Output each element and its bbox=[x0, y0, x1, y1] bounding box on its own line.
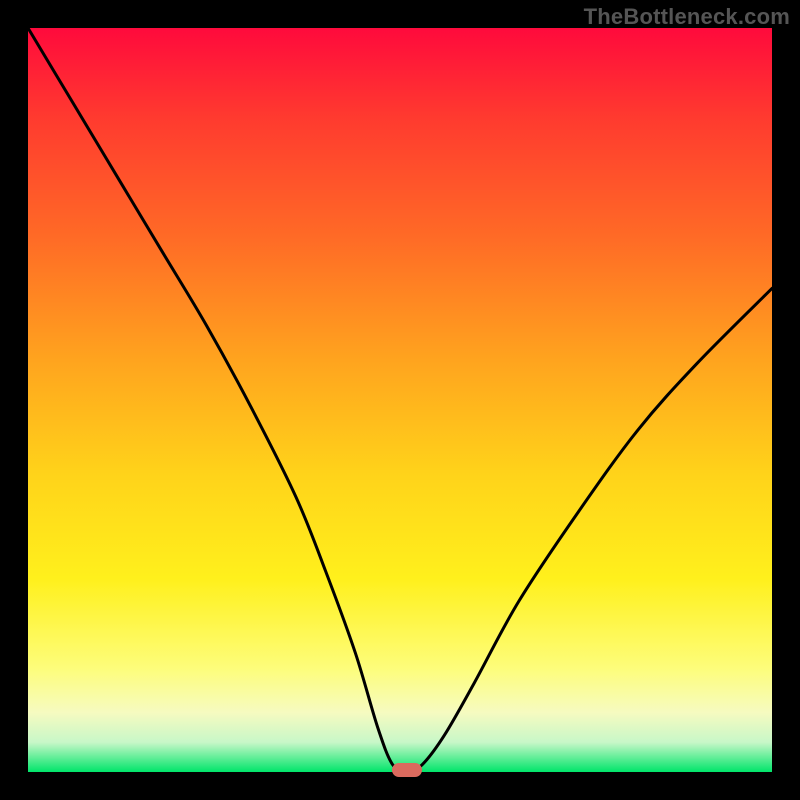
chart-frame: TheBottleneck.com bbox=[0, 0, 800, 800]
plot-area bbox=[28, 28, 772, 772]
optimal-marker bbox=[392, 763, 422, 777]
bottleneck-curve bbox=[28, 28, 772, 772]
watermark-text: TheBottleneck.com bbox=[584, 4, 790, 30]
